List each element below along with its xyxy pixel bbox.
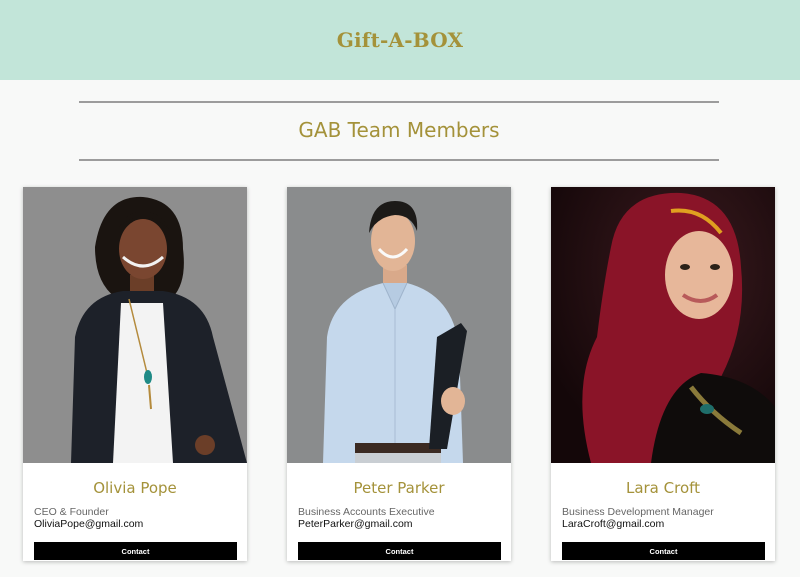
team-member-card: Lara Croft Business Development Manager … bbox=[551, 187, 775, 561]
section-divider-bottom bbox=[79, 159, 719, 161]
site-header: Gift-A-BOX bbox=[0, 0, 800, 80]
contact-button[interactable]: Contact bbox=[298, 542, 501, 560]
member-email[interactable]: LaraCroft@gmail.com bbox=[562, 518, 664, 530]
contact-button[interactable]: Contact bbox=[562, 542, 765, 560]
brand-logo-text[interactable]: Gift-A-BOX bbox=[337, 28, 464, 52]
team-member-card: Peter Parker Business Accounts Executive… bbox=[287, 187, 511, 561]
member-photo bbox=[551, 187, 775, 463]
contact-button[interactable]: Contact bbox=[34, 542, 237, 560]
team-member-card: Olivia Pope CEO & Founder OliviaPope@gma… bbox=[23, 187, 247, 561]
member-name: Olivia Pope bbox=[93, 479, 177, 497]
member-name: Peter Parker bbox=[353, 479, 445, 497]
member-role: Business Development Manager bbox=[562, 506, 714, 518]
member-photo bbox=[287, 187, 511, 463]
member-role: Business Accounts Executive bbox=[298, 506, 435, 518]
section-title: GAB Team Members bbox=[298, 118, 500, 142]
member-photo bbox=[23, 187, 247, 463]
member-role: CEO & Founder bbox=[34, 506, 109, 518]
member-name: Lara Croft bbox=[625, 479, 701, 497]
member-email[interactable]: PeterParker@gmail.com bbox=[298, 518, 413, 530]
section-divider-top bbox=[79, 101, 719, 103]
member-email[interactable]: OliviaPope@gmail.com bbox=[34, 518, 143, 530]
